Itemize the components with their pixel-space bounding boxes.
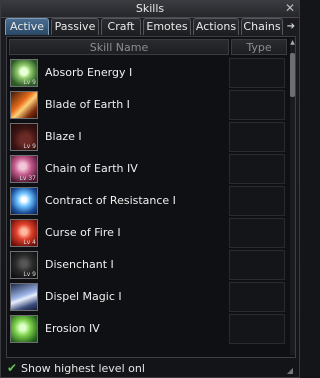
title-bar[interactable]: Skills ✕ <box>1 1 299 18</box>
contract-of-resistance-icon <box>10 187 38 215</box>
tab-passive[interactable]: Passive <box>51 18 99 35</box>
skill-type-cell <box>229 186 285 216</box>
skill-name: Contract of Resistance I <box>45 194 176 207</box>
skill-level-badge: Lv 9 <box>23 271 36 278</box>
skill-level-badge: Lv 4 <box>23 239 36 246</box>
tab-craft[interactable]: Craft <box>101 18 141 35</box>
column-skill-name[interactable]: Skill Name <box>9 39 229 55</box>
list-scrollbar[interactable]: ▲ <box>290 39 295 355</box>
skill-row-blade-of-earth[interactable]: Blade of Earth I <box>9 89 289 121</box>
skill-row-disenchant[interactable]: Lv 9 Disenchant I <box>9 249 289 281</box>
scroll-up-icon[interactable]: ▲ <box>290 39 295 47</box>
skill-level-badge: Lv 9 <box>23 79 36 86</box>
skill-row-dispel-magic[interactable]: Dispel Magic I <box>9 281 289 313</box>
skill-type-cell <box>229 154 285 184</box>
blade-of-earth-icon <box>10 91 38 119</box>
checkmark-icon[interactable]: ✔ <box>7 361 17 375</box>
skill-name: Disenchant I <box>45 258 114 271</box>
dispel-magic-icon <box>10 283 38 311</box>
skill-type-cell <box>229 314 285 344</box>
skill-type-cell <box>229 282 285 312</box>
skill-row-absorb-energy[interactable]: Lv 9 Absorb Energy I <box>9 57 289 89</box>
chain-of-earth-icon: Lv 37 <box>10 155 38 183</box>
skill-row-blaze[interactable]: Lv 9 Blaze I <box>9 121 289 153</box>
footer: ✔ Show highest level onl ◢ <box>5 360 295 376</box>
tab-emotes[interactable]: Emotes <box>143 18 191 35</box>
curse-of-fire-icon: Lv 4 <box>10 219 38 247</box>
skill-type-cell <box>229 122 285 152</box>
skill-row-contract-of-resistance[interactable]: Contract of Resistance I <box>9 185 289 217</box>
window-title: Skills <box>135 2 165 15</box>
skill-name: Absorb Energy I <box>45 66 133 79</box>
skill-level-badge: Lv 9 <box>23 143 36 150</box>
skills-window: Skills ✕ Active Passive Craft Emotes Act… <box>0 0 300 378</box>
skill-name: Erosion IV <box>45 322 100 335</box>
skill-type-cell <box>229 250 285 280</box>
absorb-energy-icon: Lv 9 <box>10 59 38 87</box>
skill-name: Dispel Magic I <box>45 290 122 303</box>
tab-actions[interactable]: Actions <box>193 18 239 35</box>
skill-name: Curse of Fire I <box>45 226 121 239</box>
skills-list-panel: Skill Name Type Lv 9 Absorb Energy I Bla… <box>6 36 296 358</box>
blaze-icon: Lv 9 <box>10 123 38 151</box>
table-header: Skill Name Type <box>9 39 289 55</box>
tab-bar: Active Passive Craft Emotes Actions Chai… <box>5 18 297 36</box>
erosion-icon <box>10 315 38 343</box>
column-type[interactable]: Type <box>231 39 287 55</box>
disenchant-icon: Lv 9 <box>10 251 38 279</box>
tab-active[interactable]: Active <box>5 18 49 35</box>
skill-type-cell <box>229 90 285 120</box>
skill-name: Blade of Earth I <box>45 98 130 111</box>
tab-scroll-right-icon[interactable]: ➔ <box>285 20 297 34</box>
skill-row-chain-of-earth[interactable]: Lv 37 Chain of Earth IV <box>9 153 289 185</box>
resize-grip-icon[interactable]: ◢ <box>287 366 293 375</box>
skill-row-curse-of-fire[interactable]: Lv 4 Curse of Fire I <box>9 217 289 249</box>
skill-name: Chain of Earth IV <box>45 162 138 175</box>
skill-row-erosion[interactable]: Erosion IV <box>9 313 289 345</box>
skill-type-cell <box>229 58 285 88</box>
skill-name: Blaze I <box>45 130 82 143</box>
scrollbar-thumb[interactable] <box>290 53 295 97</box>
skill-type-cell <box>229 218 285 248</box>
skill-level-badge: Lv 37 <box>19 175 36 182</box>
tab-chains[interactable]: Chains <box>241 18 283 35</box>
close-icon[interactable]: ✕ <box>285 1 295 15</box>
show-highest-level-label[interactable]: Show highest level onl <box>21 362 145 375</box>
